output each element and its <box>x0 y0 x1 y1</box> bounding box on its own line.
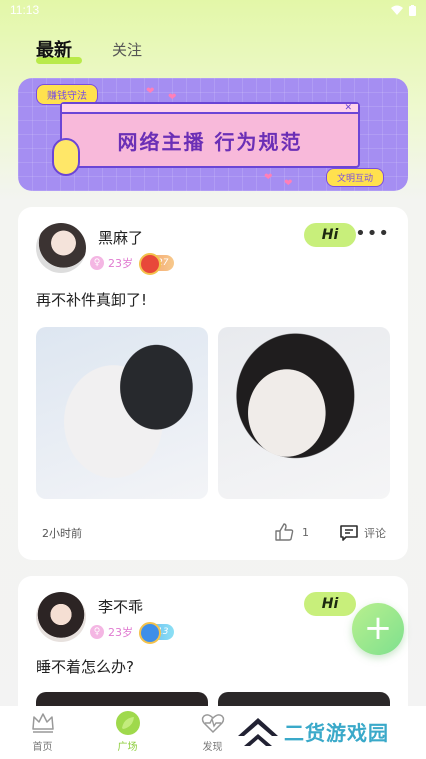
username[interactable]: 黑麻了 <box>98 227 143 248</box>
user-meta: ♀ 23岁 13 <box>90 622 175 644</box>
chevron-up-icon <box>238 718 278 746</box>
level-badge: 27 <box>138 253 175 275</box>
like-button[interactable]: 1 <box>274 522 309 542</box>
status-bar: 11:13 <box>0 0 426 20</box>
status-icons <box>391 3 416 17</box>
like-count: 1 <box>302 525 309 539</box>
hi-button[interactable]: Hi <box>304 223 356 247</box>
female-icon: ♀ <box>90 256 104 270</box>
watermark: 二货游戏园 <box>236 712 389 750</box>
user-meta: ♀ 23岁 27 <box>90 253 175 275</box>
heart-icon: ❤ <box>264 172 273 183</box>
nav-label: 广场 <box>117 742 138 753</box>
comment-icon <box>340 525 358 541</box>
status-time: 11:13 <box>10 3 40 17</box>
leaf-icon <box>115 711 140 735</box>
banner-sub: 文明互动 <box>325 168 384 187</box>
comment-label: 评论 <box>364 527 386 540</box>
battery-icon <box>409 4 416 16</box>
banner-window: ✕ 网络主播 行为规范 <box>60 102 360 168</box>
post-text: 再不补件真卸了! <box>36 291 148 309</box>
female-icon: ♀ <box>90 625 104 639</box>
tab-following[interactable]: 关注 <box>112 39 142 62</box>
level-badge: 13 <box>138 622 175 644</box>
watermark-text: 二货游戏园 <box>284 720 389 745</box>
username[interactable]: 李不乖 <box>98 596 143 617</box>
crown-icon <box>31 713 54 733</box>
age-label: 23岁 <box>108 257 133 270</box>
tab-latest[interactable]: 最新 <box>36 36 82 64</box>
more-icon[interactable]: ••• <box>355 223 390 244</box>
rules-banner[interactable]: 赚钱守法 ❤ ❤ ❤ ❤ ✕ 网络主播 行为规范 文明互动 <box>18 78 408 191</box>
nav-item-square[interactable]: 广场 <box>85 706 170 759</box>
heart-icon: ❤ <box>146 86 155 97</box>
feed-tabs: 最新 关注 <box>36 36 142 64</box>
age-label: 23岁 <box>108 626 133 639</box>
heartbeat-icon <box>201 714 224 734</box>
post-text: 睡不着怎么办? <box>36 658 134 676</box>
post-photo[interactable] <box>36 327 208 499</box>
banner-title: 网络主播 行为规范 <box>117 130 303 154</box>
nav-label: 首页 <box>32 742 53 753</box>
wifi-icon <box>391 5 403 15</box>
thumbs-up-icon <box>275 523 294 541</box>
nav-label: 发现 <box>202 742 223 753</box>
nav-item-home[interactable]: 首页 <box>0 706 85 759</box>
post-photo[interactable] <box>218 327 390 499</box>
avatar[interactable] <box>36 592 86 642</box>
mouse-icon <box>52 138 80 176</box>
post-time: 2小时前 <box>42 527 82 540</box>
avatar[interactable] <box>36 223 86 273</box>
heart-icon: ❤ <box>284 178 293 189</box>
hi-button[interactable]: Hi <box>304 592 356 616</box>
close-icon: ✕ <box>344 103 352 113</box>
add-post-button[interactable]: + <box>352 603 404 655</box>
post-card[interactable]: 黑麻了 ♀ 23岁 27 Hi ••• 再不补件真卸了! 2小时前 1 评论 <box>18 207 408 560</box>
comment-button[interactable]: 评论 <box>340 525 386 541</box>
